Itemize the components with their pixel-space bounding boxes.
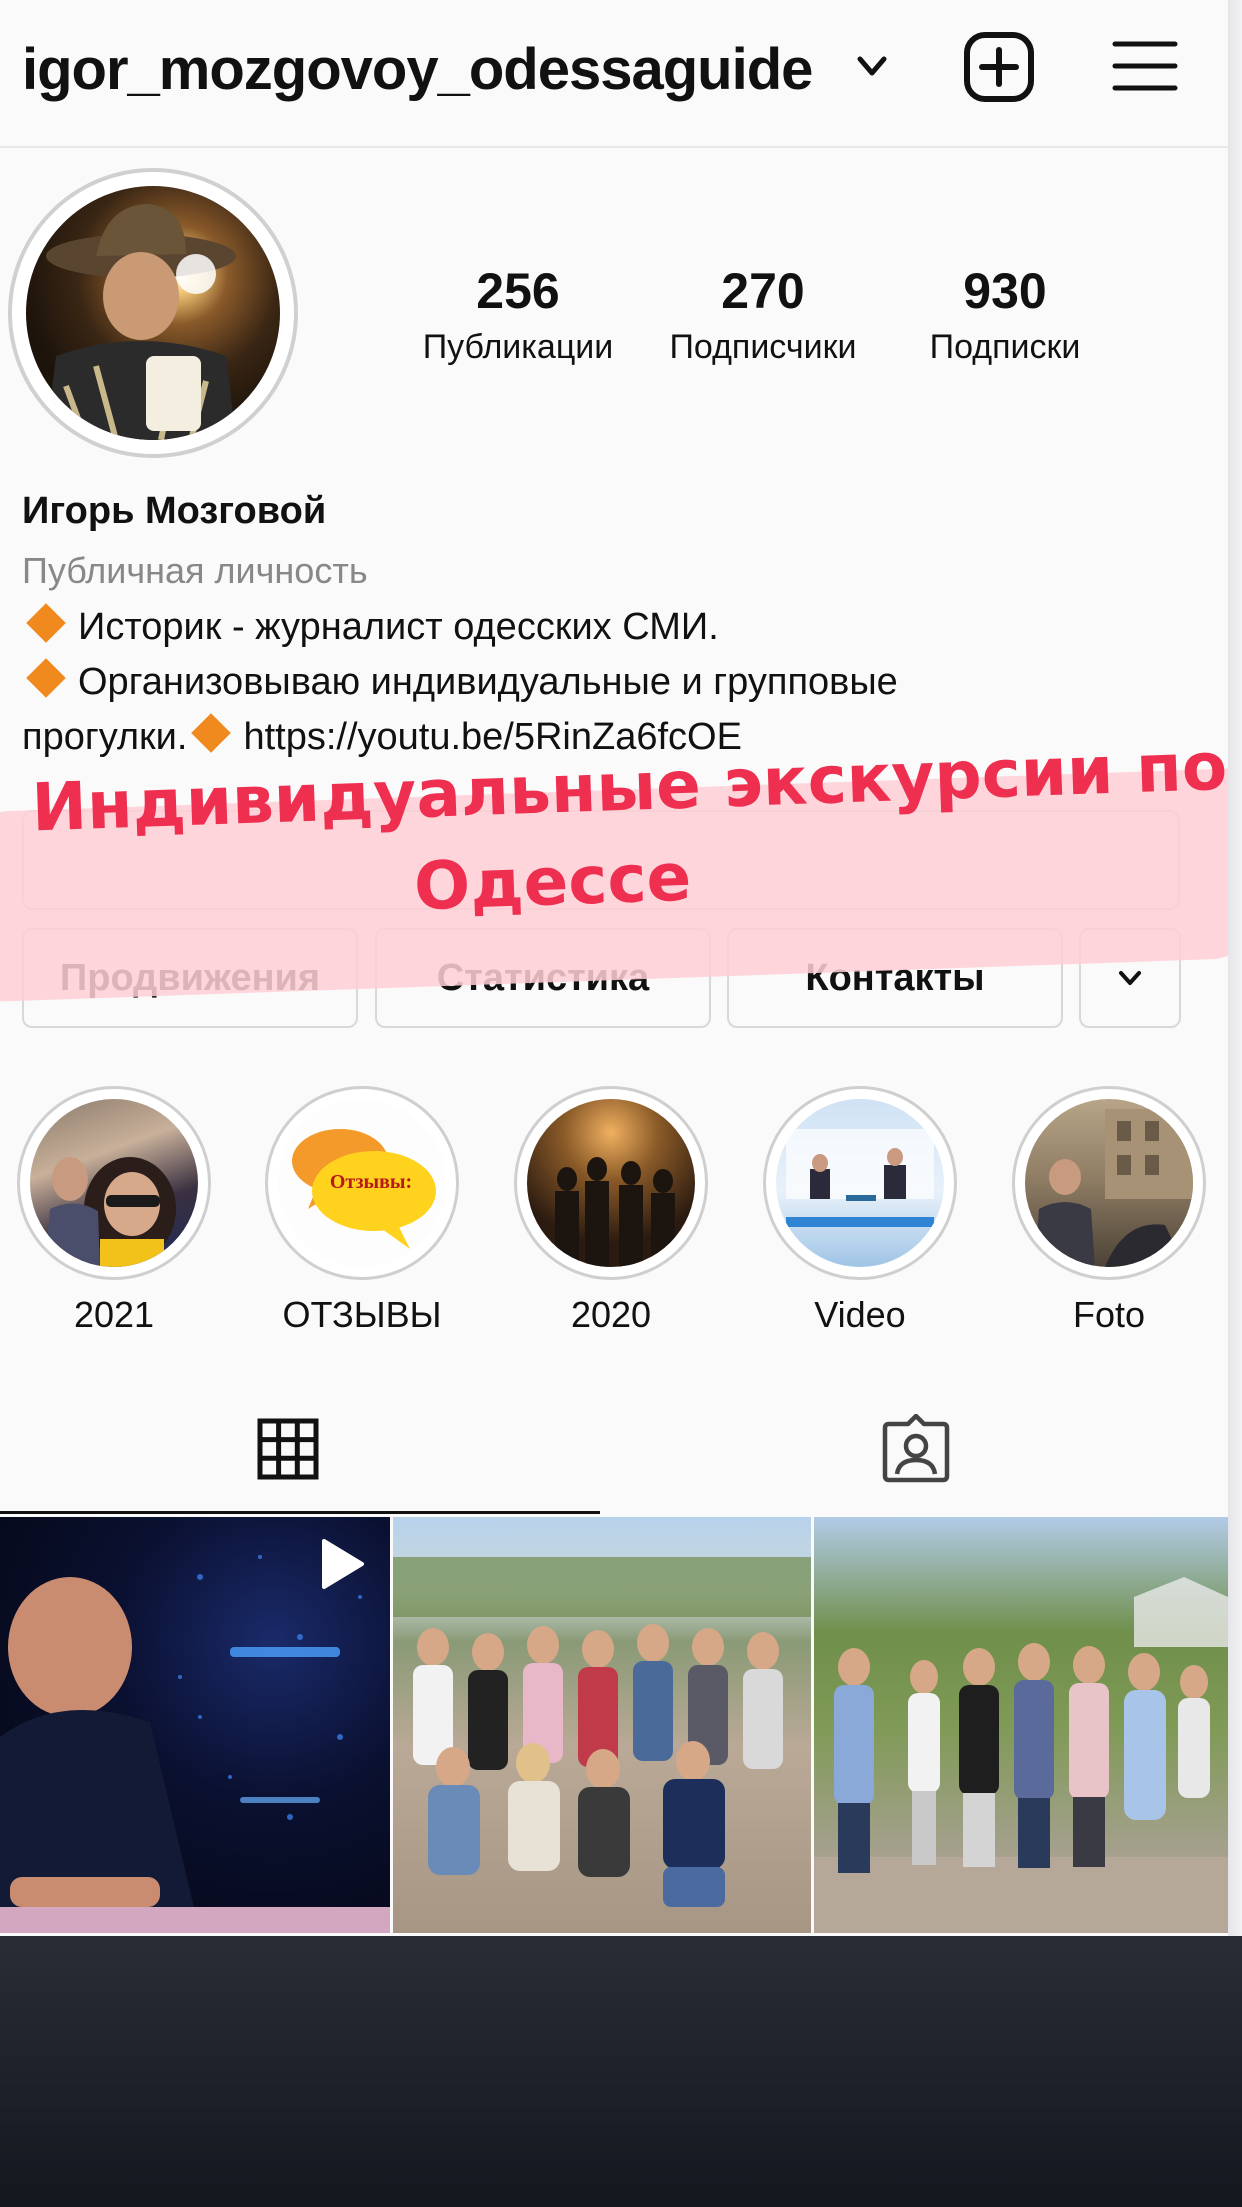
highlight-ring [514, 1086, 708, 1280]
highlight-label: 2021 [73, 1294, 155, 1335]
orange-diamond-icon [26, 603, 66, 643]
post-group-photo-illustration [393, 1557, 811, 1907]
grid-icon [257, 1418, 319, 1480]
highlight-2021-illustration [45, 1157, 176, 1267]
highlight-video-illustration [786, 1129, 934, 1227]
bio-text-2: Организовываю индивидуальные и групповые [78, 661, 898, 703]
highlight-reviews[interactable]: Отзывы: ОТЗЫВЫ [265, 1086, 459, 1336]
instagram-profile-screen: igor_mozgovoy_odessaguide 256 Публикации… [0, 0, 1242, 1936]
posts-count-label: Публикации [422, 328, 614, 366]
new-post-icon[interactable] [962, 30, 1036, 104]
bio-line-2: Организовываю индивидуальные и групповые [22, 655, 1202, 710]
following-count-label: Подписки [929, 328, 1081, 366]
highlight-cover [527, 1099, 695, 1267]
highlight-ring [17, 1086, 211, 1280]
post-thumbnail[interactable] [814, 1517, 1228, 1933]
bubble-text: Отзывы: [329, 1171, 413, 1193]
highlight-ring [763, 1086, 957, 1280]
highlight-2021[interactable]: 2021 [17, 1086, 211, 1336]
orange-diamond-icon [191, 713, 232, 753]
profile-name: Игорь Мозговой [22, 490, 327, 532]
highlight-ring: Отзывы: [265, 1086, 459, 1280]
hamburger-menu-icon[interactable] [1112, 38, 1178, 94]
posts-count[interactable]: 256 Публикации [398, 262, 638, 367]
followers-count-value: 270 [721, 263, 805, 319]
bio-line-1: Историк - журналист одесских СМИ. [22, 600, 1202, 655]
highlight-2020[interactable]: 2020 [514, 1086, 708, 1336]
highlight-label: Video [814, 1294, 906, 1335]
post-thumbnail[interactable] [393, 1517, 811, 1933]
profile-avatar[interactable] [8, 168, 298, 458]
chevron-down-icon[interactable] [852, 46, 892, 86]
following-count-value: 930 [963, 263, 1047, 319]
bio-text-3: прогулки. [22, 716, 188, 758]
highlight-foto[interactable]: Foto [1012, 1086, 1206, 1336]
highlight-cover [1025, 1099, 1193, 1267]
bio-text-1: Историк - журналист одесских СМИ. [78, 606, 719, 648]
highlight-label: 2020 [570, 1294, 652, 1335]
play-icon [322, 1539, 364, 1589]
highlight-2020-illustration [555, 1157, 675, 1267]
top-bar: igor_mozgovoy_odessaguide [0, 0, 1228, 148]
following-count[interactable]: 930 Подписки [885, 262, 1125, 367]
post-thumbnail[interactable] [0, 1517, 390, 1933]
profile-category: Публичная личность [22, 550, 368, 591]
posts-count-value: 256 [476, 263, 560, 319]
highlight-cover [30, 1099, 198, 1267]
highlight-foto-illustration [1035, 1109, 1193, 1267]
post-park-photo-illustration [814, 1577, 1228, 1933]
highlight-cover [776, 1099, 944, 1267]
highlight-ring [1012, 1086, 1206, 1280]
tagged-icon [882, 1414, 950, 1483]
dark-bottom-area [0, 1936, 1242, 2207]
screen-edge [1228, 0, 1242, 1936]
username-switcher[interactable]: igor_mozgovoy_odessaguide [22, 36, 813, 103]
tab-posts-grid[interactable] [0, 1380, 600, 1514]
highlight-video[interactable]: Video [763, 1086, 957, 1336]
orange-diamond-icon [26, 658, 66, 698]
followers-count-label: Подписчики [669, 328, 857, 366]
highlight-label: ОТЗЫВЫ [282, 1294, 442, 1335]
tab-tagged[interactable] [600, 1380, 1228, 1514]
highlight-label: Foto [1072, 1294, 1146, 1335]
avatar-photo [26, 186, 280, 440]
avatar-illustration [46, 204, 236, 440]
highlight-cover: Отзывы: [278, 1099, 446, 1267]
followers-count[interactable]: 270 Подписчики [643, 262, 883, 367]
chevron-down-icon [1119, 971, 1141, 985]
